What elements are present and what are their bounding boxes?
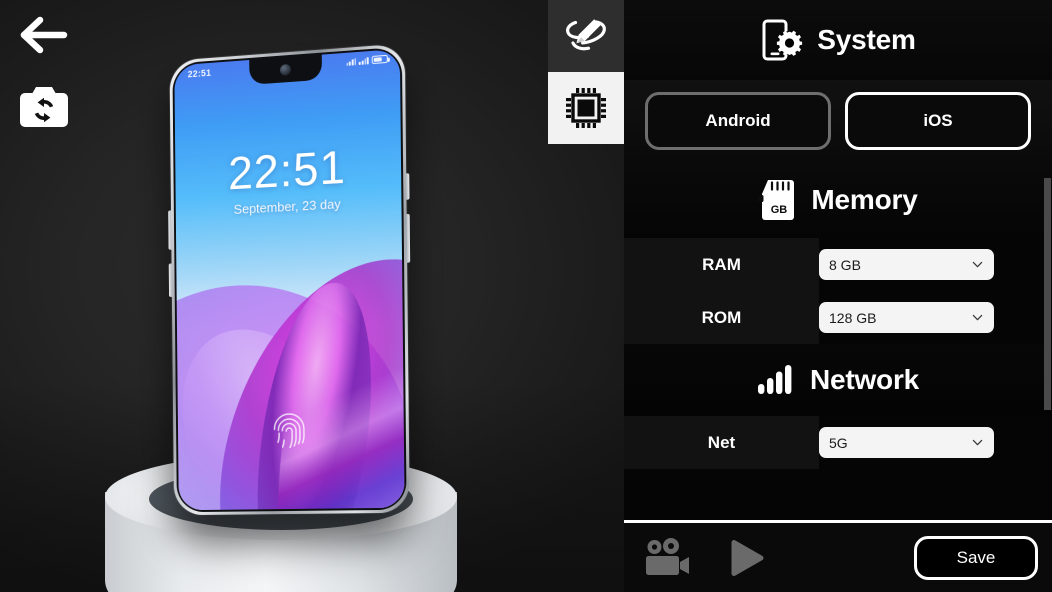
config-row-ram: RAM 8 GB [624,238,1052,291]
os-button-ios-label: iOS [923,111,952,131]
chevron-down-icon [972,437,983,448]
sidebar-item-hardware[interactable] [548,72,624,144]
label-net: Net [624,433,819,453]
section-header-network: Network [624,344,1052,416]
phone-preview-viewport[interactable]: 22:51 22:51 September, 23 day [0,0,624,592]
config-row-rom: ROM 128 GB [624,291,1052,344]
config-panel: System Android iOS GB Memory RAM 8 GB RO… [624,0,1052,592]
sd-card-icon: GB [758,178,798,222]
pencil-orbit-icon [563,13,609,59]
chevron-down-icon [972,312,983,323]
config-row-net: Net 5G [624,416,1052,469]
phone-power-button[interactable] [407,214,411,263]
cpu-chip-icon [562,84,610,132]
svg-text:GB: GB [771,204,788,216]
video-camera-icon [646,538,689,575]
phone-volume-up-button[interactable] [168,210,171,249]
status-bar-time: 22:51 [188,68,212,80]
phone-side-button-small[interactable] [406,173,409,200]
camera-switch-button[interactable] [18,83,70,131]
video-camera-button[interactable] [644,538,696,578]
play-button[interactable] [726,538,766,578]
select-net-value: 5G [829,435,848,451]
select-rom[interactable]: 128 GB [819,302,994,333]
section-title-memory: Memory [811,184,917,216]
play-icon [734,542,761,573]
chevron-down-icon [972,259,983,270]
section-header-memory: GB Memory [624,162,1052,238]
section-title-network: Network [810,364,919,396]
save-button[interactable]: Save [914,536,1038,580]
fingerprint-icon [270,409,308,454]
signal-bars-icon [757,364,797,396]
section-title-system: System [817,24,915,56]
sidebar-item-design[interactable] [548,0,624,72]
phone-screen: 22:51 22:51 September, 23 day [174,49,404,510]
phone-volume-down-button[interactable] [169,263,172,297]
phone-gear-icon [760,18,804,62]
panel-scrollbar-thumb[interactable] [1044,178,1051,410]
signal-bars-icon-2 [359,57,369,65]
os-selector-row: Android iOS [624,80,1052,162]
os-button-android-label: Android [705,111,770,131]
back-button[interactable] [18,14,70,56]
app-root: 22:51 22:51 September, 23 day System And… [0,0,1052,592]
signal-bars-icon [346,58,356,66]
save-button-label: Save [957,548,996,568]
select-ram[interactable]: 8 GB [819,249,994,280]
lockscreen-clock: 22:51 [175,136,401,203]
os-button-android[interactable]: Android [645,92,831,150]
os-button-ios[interactable]: iOS [845,92,1031,150]
bottom-toolbar: Save [624,523,1052,592]
panel-scrollbar-track[interactable] [1044,0,1052,520]
select-rom-value: 128 GB [829,310,876,326]
phone-model[interactable]: 22:51 22:51 September, 23 day [170,43,410,515]
battery-icon [372,55,388,64]
editor-tab-strip[interactable] [548,0,624,144]
section-header-system: System [624,0,1052,80]
select-ram-value: 8 GB [829,257,861,273]
label-rom: ROM [624,308,819,328]
label-ram: RAM [624,255,819,275]
select-net[interactable]: 5G [819,427,994,458]
status-bar-indicators [346,55,388,66]
